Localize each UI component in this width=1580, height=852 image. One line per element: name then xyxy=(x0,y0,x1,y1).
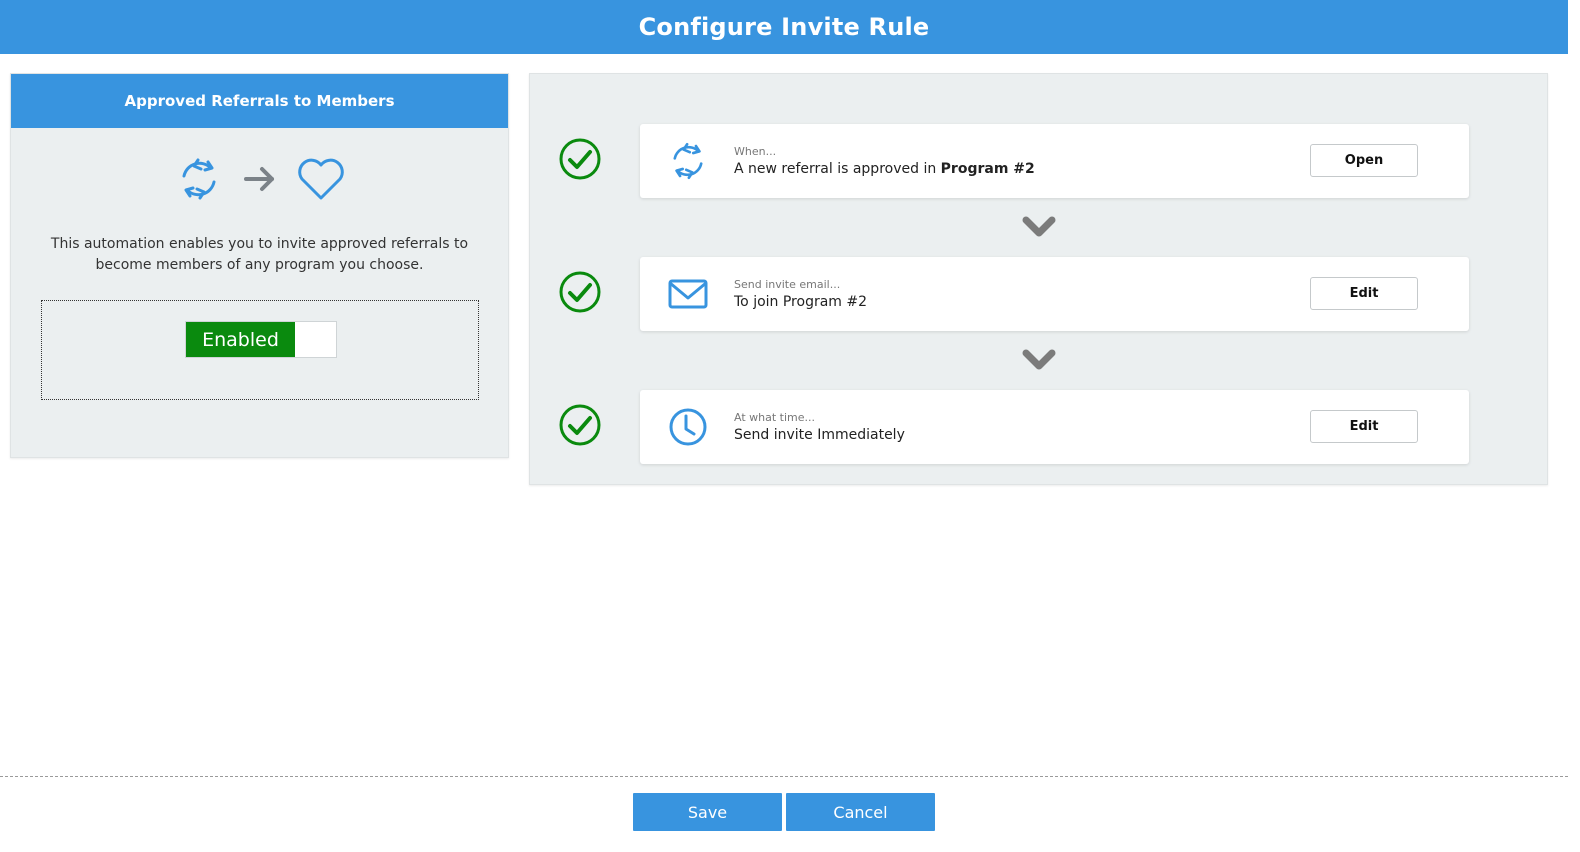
check-circle-icon xyxy=(558,137,602,181)
check-circle-icon xyxy=(558,403,602,447)
sync-icon xyxy=(666,139,710,183)
cancel-button[interactable]: Cancel xyxy=(786,793,935,831)
check-circle-icon xyxy=(558,270,602,314)
rule-summary-header: Approved Referrals to Members xyxy=(11,74,508,128)
enabled-toggle[interactable]: Enabled xyxy=(185,321,337,358)
header-bar: Configure Invite Rule xyxy=(0,0,1568,54)
rule-title: Approved Referrals to Members xyxy=(124,92,395,110)
step-send-email: Send invite email... To join Program #2 … xyxy=(640,257,1469,331)
step-small-label: Send invite email... xyxy=(734,278,841,291)
step-main-text-plain: A new referral is approved in xyxy=(734,161,941,177)
step-main-text-bold: Program #2 xyxy=(940,161,1035,177)
open-button[interactable]: Open xyxy=(1310,144,1418,177)
toggle-label: Enabled xyxy=(186,322,295,357)
save-button[interactable]: Save xyxy=(633,793,782,831)
step-trigger: When... A new referral is approved in Pr… xyxy=(640,124,1469,198)
sync-icon xyxy=(174,154,224,208)
rule-description: This automation enables you to invite ap… xyxy=(50,236,469,273)
rule-icons xyxy=(11,154,508,208)
workflow-panel: When... A new referral is approved in Pr… xyxy=(529,73,1548,485)
page-title: Configure Invite Rule xyxy=(638,13,930,41)
chevron-down-icon xyxy=(1019,345,1059,375)
rule-summary-panel: Approved Referrals to Members This autom… xyxy=(10,73,509,458)
toggle-container: Enabled xyxy=(41,300,479,400)
step-main-text: A new referral is approved in Program #2 xyxy=(734,161,1035,177)
step-timing: At what time... Send invite Immediately … xyxy=(640,390,1469,464)
step-main-text: Send invite Immediately xyxy=(734,427,905,443)
clock-icon xyxy=(666,405,710,449)
arrow-right-icon xyxy=(242,164,278,198)
step-small-label: When... xyxy=(734,145,777,158)
step-small-label: At what time... xyxy=(734,411,816,424)
chevron-down-icon xyxy=(1019,212,1059,242)
edit-email-button[interactable]: Edit xyxy=(1310,277,1418,310)
step-main-text: To join Program #2 xyxy=(734,294,868,310)
heart-icon xyxy=(296,156,346,206)
envelope-icon xyxy=(666,272,710,316)
footer-divider xyxy=(0,776,1568,777)
edit-timing-button[interactable]: Edit xyxy=(1310,410,1418,443)
